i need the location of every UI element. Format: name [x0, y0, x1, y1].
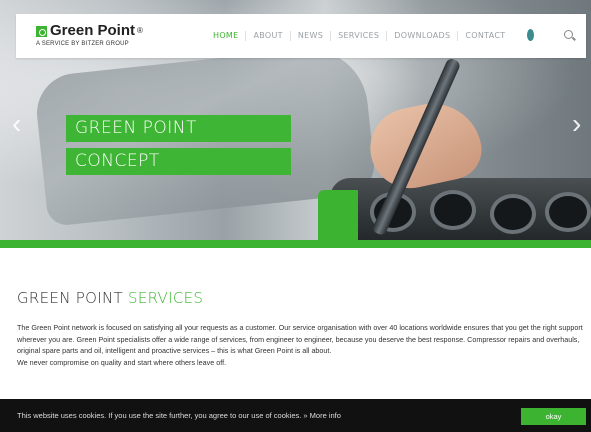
site-header: Green Point ® A SERVICE BY BITZER GROUP …	[16, 14, 586, 58]
logo-mark-icon	[36, 25, 47, 37]
hero-bottom-stripe	[0, 240, 591, 248]
services-heading-highlight: SERVICES	[128, 289, 204, 307]
cookie-okay-button[interactable]: okay	[521, 408, 586, 425]
services-paragraph: The Green Point network is focused on sa…	[17, 323, 583, 356]
cookie-text: This website uses cookies. If you use th…	[17, 411, 302, 420]
machine-cylinder	[490, 194, 536, 234]
services-text: The Green Point network is focused on sa…	[17, 322, 587, 368]
brand-name: Green Point	[50, 22, 136, 39]
logo-wordmark: Green Point ®	[36, 23, 143, 39]
services-heading: GREEN POINT SERVICES	[17, 289, 203, 307]
machine-cylinder	[545, 192, 591, 232]
nav-news[interactable]: NEWS	[291, 31, 332, 41]
main-nav: HOME ABOUT NEWS SERVICES DOWNLOADS CONTA…	[206, 31, 512, 41]
nav-contact[interactable]: CONTACT	[458, 31, 512, 41]
language-flag-icon[interactable]	[527, 29, 534, 41]
site-logo[interactable]: Green Point ® A SERVICE BY BITZER GROUP	[36, 23, 143, 47]
hero-machine-image	[330, 178, 591, 248]
cookie-more-info-link[interactable]: » More info	[303, 411, 341, 420]
nav-downloads[interactable]: DOWNLOADS	[387, 31, 459, 41]
nav-about[interactable]: ABOUT	[246, 31, 291, 41]
brand-tagline: A SERVICE BY BITZER GROUP	[36, 41, 129, 47]
services-paragraph: We never compromise on quality and start…	[17, 357, 227, 367]
page: GREEN POINT CONCEPT ‹ › Green Point ® A …	[0, 0, 591, 432]
search-icon[interactable]	[564, 30, 573, 39]
cookie-message: This website uses cookies. If you use th…	[17, 411, 341, 420]
machine-cylinder	[430, 190, 476, 230]
cookie-bar: This website uses cookies. If you use th…	[0, 399, 591, 432]
hero-machine-accent	[318, 190, 358, 242]
nav-home[interactable]: HOME	[206, 31, 247, 41]
prev-slide-icon[interactable]: ‹	[12, 110, 21, 138]
hero-banner-line1: GREEN POINT	[66, 115, 291, 142]
nav-services[interactable]: SERVICES	[331, 31, 388, 41]
next-slide-icon[interactable]: ›	[572, 110, 581, 138]
hero-banner-line2: CONCEPT	[66, 148, 291, 175]
registered-mark: ®	[137, 26, 143, 35]
services-heading-main: GREEN POINT	[17, 289, 123, 307]
